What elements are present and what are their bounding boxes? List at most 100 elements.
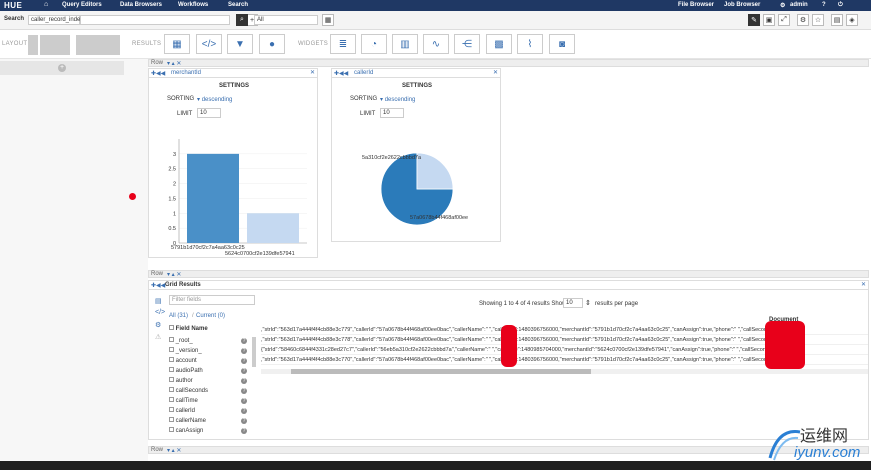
field-list-item[interactable]: author? — [169, 377, 257, 387]
widget-controls-icon[interactable]: ✚◀◀ — [151, 70, 165, 77]
home-icon[interactable]: ⌂ — [44, 1, 48, 8]
nav-query-editors[interactable]: Query Editors — [62, 2, 102, 8]
document-icon[interactable]: ▤ — [831, 14, 843, 26]
scrollbar-thumb[interactable] — [291, 369, 591, 374]
limit-input[interactable]: 10 — [380, 108, 404, 118]
field-list-item[interactable]: callerName? — [169, 417, 257, 427]
filter-icon[interactable]: ▼ — [227, 34, 253, 54]
heatmap-widget-icon[interactable]: ▩ — [486, 34, 512, 54]
pie-widget-icon[interactable]: ◔ — [361, 34, 387, 54]
field-info-icon[interactable]: ? — [241, 418, 247, 424]
nav-workflows[interactable]: Workflows — [178, 2, 208, 8]
field-info-icon[interactable]: ? — [241, 428, 247, 434]
layout-option-1[interactable] — [28, 35, 38, 55]
map-marker-icon[interactable]: ● — [259, 34, 285, 54]
line-widget-icon[interactable]: ∿ — [423, 34, 449, 54]
gear-icon[interactable]: ⚙ — [780, 2, 785, 9]
hue-logo[interactable]: HUE — [4, 1, 22, 10]
collection-name[interactable]: caller_record_index — [28, 15, 83, 25]
field-name: canAssign — [174, 428, 204, 434]
map-widget-icon[interactable]: ◙ — [549, 34, 575, 54]
field-info-icon[interactable]: ? — [241, 358, 247, 364]
search-bar: Search caller_record_index + ⌕ All ▦ ✎ ▣… — [0, 11, 871, 30]
grid-icon[interactable]: ▦ — [164, 34, 190, 54]
expand-icon[interactable]: ⤢ — [778, 14, 790, 26]
logout-icon[interactable]: ⏻ — [838, 2, 843, 9]
widget-title: merchantId — [171, 70, 202, 76]
nav-file-browser[interactable]: File Browser — [678, 2, 714, 8]
field-info-icon[interactable]: ? — [241, 338, 247, 344]
all-fields-link[interactable]: All (31) — [169, 313, 188, 319]
y-tick-label: 1.5 — [168, 196, 176, 202]
field-list-scrollbar[interactable] — [252, 337, 256, 367]
nav-user[interactable]: admin — [790, 2, 808, 8]
limit-label: LIMIT — [360, 111, 376, 117]
field-list-item[interactable]: callSeconds? — [169, 387, 257, 397]
search-input[interactable] — [80, 15, 230, 25]
bar-widget-icon[interactable]: ▥ — [392, 34, 418, 54]
warning-icon[interactable]: ⚠ — [155, 333, 161, 341]
tree-widget-icon[interactable]: ⋲ — [454, 34, 480, 54]
layout-option-3[interactable] — [76, 35, 120, 55]
code-icon[interactable]: </> — [196, 34, 222, 54]
bar — [187, 153, 239, 243]
close-icon[interactable]: ✕ — [493, 69, 498, 76]
widget-controls-icon[interactable]: ✚◀◀ — [334, 70, 348, 77]
close-icon[interactable]: ✕ — [861, 281, 866, 288]
caller-pie-chart: 57a0678b44f468af00ee 5a310cf2e2622cbbbd7a — [362, 152, 468, 226]
y-tick-label: 0.5 — [168, 226, 176, 232]
field-list-item[interactable]: callTime? — [169, 397, 257, 407]
field-list-item[interactable]: callerId? — [169, 407, 257, 417]
timeline-widget-icon[interactable]: ⌇ — [517, 34, 543, 54]
grid-results-widget: ✚◀◀ Grid Results ✕ ▤ </> ⚙ ⚠ Filter fiel… — [148, 280, 869, 440]
filter-select[interactable]: All — [254, 15, 318, 25]
add-column-button[interactable]: + — [0, 61, 124, 75]
page-size-stepper-icon[interactable]: ⇕ — [585, 299, 591, 307]
field-list-item[interactable]: canAssign? — [169, 427, 257, 437]
sorting-value: descending — [384, 97, 416, 103]
pencil-icon[interactable]: ✎ — [748, 14, 760, 26]
field-list-item[interactable]: _version_? — [169, 347, 257, 357]
limit-input[interactable]: 10 — [197, 108, 221, 118]
field-list-item[interactable]: audioPath? — [169, 367, 257, 377]
field-info-icon[interactable]: ? — [241, 388, 247, 394]
sorting-select[interactable]: ▾ descending — [197, 96, 232, 103]
search-label: Search — [4, 16, 25, 22]
horizontal-scrollbar[interactable] — [261, 369, 868, 374]
field-list-item[interactable]: account? — [169, 357, 257, 367]
bookmark-icon[interactable]: ☆ — [812, 14, 824, 26]
field-info-icon[interactable]: ? — [241, 408, 247, 414]
sort-bars-icon[interactable]: ≣ — [330, 34, 356, 54]
filter-fields-input[interactable]: Filter fields — [169, 295, 255, 305]
merchant-widget: ✚◀◀ merchantId ✕ SETTINGS SORTING ▾ desc… — [148, 68, 318, 258]
row-controls-icon[interactable]: ▾ ▴ ✕ — [167, 60, 181, 67]
nav-data-browsers[interactable]: Data Browsers — [120, 2, 162, 8]
row-controls-icon[interactable]: ▾ ▴ ✕ — [167, 271, 181, 278]
tag-icon[interactable]: ◈ — [846, 14, 858, 26]
settings-icon[interactable]: ⚙ — [155, 321, 161, 329]
grid-view-icon[interactable]: ▤ — [155, 297, 162, 305]
select-all-checkbox[interactable] — [169, 325, 174, 330]
field-list-item[interactable]: _root_? — [169, 337, 257, 347]
code-view-icon[interactable]: </> — [155, 309, 165, 316]
widget-controls-icon[interactable]: ✚◀◀ — [151, 282, 165, 289]
question-icon[interactable]: ? — [822, 2, 826, 8]
field-info-icon[interactable]: ? — [241, 378, 247, 384]
nav-search[interactable]: Search — [228, 2, 248, 8]
calendar-icon[interactable]: ▦ — [322, 14, 334, 26]
save-icon[interactable]: ▣ — [763, 14, 775, 26]
close-icon[interactable]: ✕ — [310, 69, 315, 76]
search-icon[interactable]: ⌕ — [236, 14, 248, 26]
field-info-icon[interactable]: ? — [241, 398, 247, 404]
current-fields-link[interactable]: Current (0) — [196, 313, 225, 319]
settings-icon[interactable]: ⚙ — [797, 14, 809, 26]
sorting-select[interactable]: ▾ descending — [380, 96, 415, 103]
nav-job-browser[interactable]: Job Browser — [724, 2, 760, 8]
field-info-icon[interactable]: ? — [241, 368, 247, 374]
page-size-input[interactable]: 10 — [563, 298, 583, 308]
row-bar-3: Row ▾ ▴ ✕ — [148, 446, 869, 454]
row-controls-icon[interactable]: ▾ ▴ ✕ — [167, 447, 181, 454]
widget-header: ✚◀◀ callerId ✕ — [332, 69, 500, 78]
layout-option-2[interactable] — [40, 35, 70, 55]
field-info-icon[interactable]: ? — [241, 348, 247, 354]
